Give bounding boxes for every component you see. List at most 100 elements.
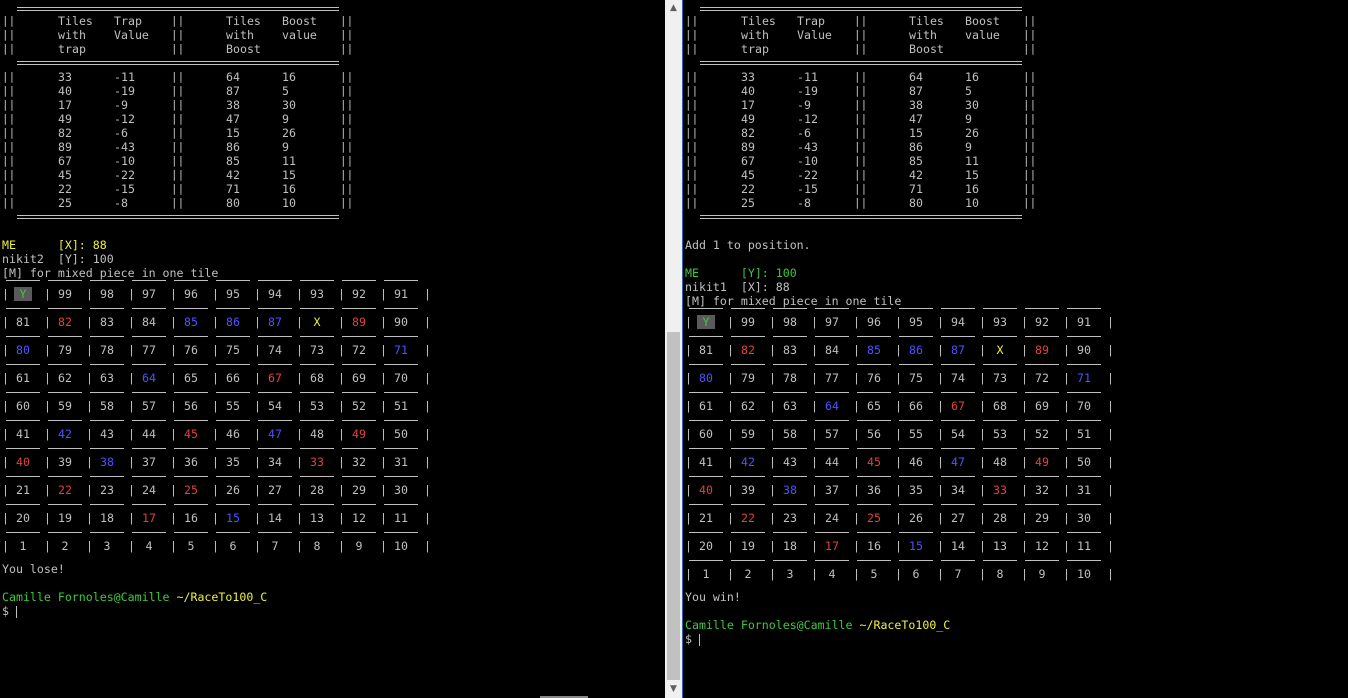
tile-number-text: 71 [1077, 371, 1091, 385]
tile-number: 99 [44, 287, 86, 301]
board-tile: | 78 [86, 336, 128, 364]
tile-number-text: 48 [310, 427, 324, 441]
tile-border [384, 364, 418, 365]
table-cell: 80 [909, 196, 923, 210]
left-terminal-pane[interactable]: || || || || || || || || || || || || || || || || || || || ||… [0, 0, 665, 698]
tile-number: 3 [86, 539, 128, 553]
tile-number-text: 43 [100, 427, 114, 441]
board-tile: | 22 [727, 504, 769, 532]
tile-border [941, 476, 975, 477]
board-tile: | 96 [170, 280, 212, 308]
board-tile: | 84 [811, 336, 853, 364]
tile-border [174, 336, 208, 337]
text-cursor[interactable] [15, 605, 17, 618]
table-column-divider: || [2, 182, 16, 195]
tile-number: 70 [380, 371, 422, 385]
tile-number-text: 10 [394, 539, 408, 553]
tile-border [1067, 336, 1101, 337]
prompt-user: Camille Fornoles@Camille [685, 618, 853, 632]
tile-number: 32 [338, 455, 380, 469]
tile-border [773, 364, 807, 365]
table-header-trap-value: Trap [114, 14, 142, 28]
tile-number-text: 52 [1035, 427, 1049, 441]
tile-number: 44 [128, 427, 170, 441]
tile-number-text: 97 [825, 315, 839, 329]
board-tile: | 31 [1063, 476, 1105, 504]
board-tile: | 56 [853, 420, 895, 448]
tile-border [174, 308, 208, 309]
tile-number: 53 [296, 399, 338, 413]
tile-number-text: 3 [786, 567, 794, 581]
table-cell: 25 [741, 196, 755, 210]
right-terminal-pane[interactable]: || || || || || || || || || || || || || || || || || || || ||… [683, 0, 1348, 698]
tile-number-text: 81 [16, 315, 30, 329]
tile-border [941, 532, 975, 533]
tile-number-text: 19 [58, 511, 72, 525]
board-tile: | 20 [685, 532, 727, 560]
table-cell: 64 [226, 70, 240, 84]
table-column-divider: || [685, 140, 699, 153]
table-column-divider: || [340, 168, 354, 181]
scroll-up-icon[interactable]: ▲ [665, 0, 682, 17]
left-pane-scrollbar[interactable]: ▲ ▼ [665, 0, 682, 698]
table-column-divider: || [340, 126, 354, 139]
table-column-divider: || [685, 168, 699, 181]
tile-number: 36 [170, 455, 212, 469]
tile-number: 82 [727, 343, 769, 357]
table-cell: 87 [909, 84, 923, 98]
tile-border [384, 476, 418, 477]
tile-number-text: 89 [352, 315, 366, 329]
tile-border [1025, 532, 1059, 533]
tile-number-text: 61 [16, 371, 30, 385]
board-tile: | 46 [212, 420, 254, 448]
board-tile: | 2 [727, 560, 769, 588]
tile-number-text: 63 [100, 371, 114, 385]
tile-border [90, 364, 124, 365]
tile-number: 36 [853, 483, 895, 497]
tile-border [1067, 308, 1101, 309]
tile-border [258, 532, 292, 533]
scroll-thumb[interactable] [667, 332, 680, 680]
tile-number: 89 [338, 315, 380, 329]
prompt-user: Camille Fornoles@Camille [2, 590, 170, 604]
table-column-divider: || [854, 126, 868, 139]
table-cell: 40 [741, 84, 755, 98]
table-cell: 17 [741, 98, 755, 112]
tile-number-text: 56 [867, 427, 881, 441]
tile-number: 67 [254, 371, 296, 385]
tile-border [216, 308, 250, 309]
tile-border [258, 364, 292, 365]
table-cell: 16 [965, 70, 979, 84]
table-cell: 85 [226, 154, 240, 168]
board-tile: | 47 [254, 420, 296, 448]
tile-number: 5 [853, 567, 895, 581]
tile-number: 56 [170, 399, 212, 413]
scroll-down-icon[interactable]: ▼ [665, 681, 682, 698]
tile-border [300, 448, 334, 449]
board-tile: | 37 [811, 476, 853, 504]
tile-number-text: 6 [912, 567, 920, 581]
board-tile: | 6 [895, 560, 937, 588]
tile-number-text: 26 [909, 511, 923, 525]
tile-number-text: 14 [268, 511, 282, 525]
tile-number-text: 26 [226, 483, 240, 497]
game-result-text: You lose! [2, 562, 65, 576]
tile-number: 29 [1021, 511, 1063, 525]
table-cell: 33 [741, 70, 755, 84]
game-result: You lose! [2, 562, 65, 576]
tile-number: 18 [86, 511, 128, 525]
board-tile: | 55 [895, 420, 937, 448]
table-cell: 22 [741, 182, 755, 196]
tile-number: 12 [338, 511, 380, 525]
board-tile: | 91 [1063, 308, 1105, 336]
text-cursor[interactable] [698, 633, 700, 646]
tile-number: 95 [895, 315, 937, 329]
board-row: | 1 | 2 | 3 | 4 | 5 | 6 | 7 | 8 | 9 | 10 | [0, 532, 440, 560]
table-cell: 16 [965, 182, 979, 196]
tile-number-text: 99 [741, 315, 755, 329]
tile-number-text: 15 [226, 511, 240, 525]
tile-number-text: 39 [741, 483, 755, 497]
board-tile: | 21 [2, 476, 44, 504]
tile-border [132, 476, 166, 477]
tile-border [773, 504, 807, 505]
